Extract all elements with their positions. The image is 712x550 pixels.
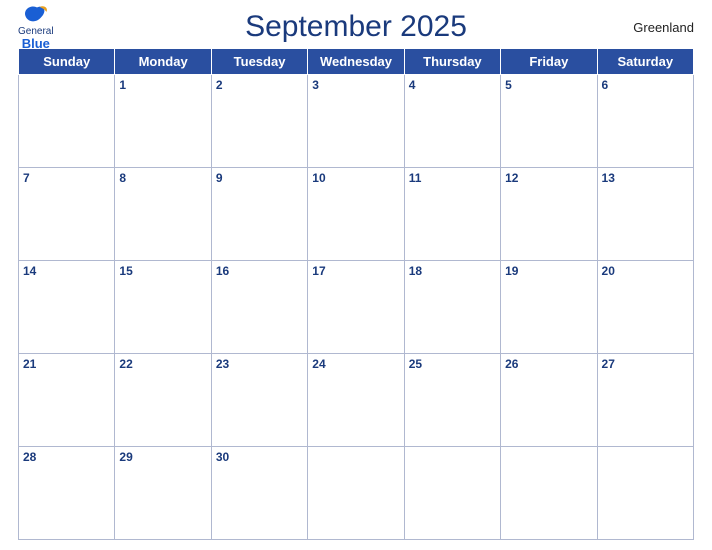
week-row-3: 21 22 23 24 25 26 27 — [19, 354, 694, 447]
week-row-4: 28 29 30 — [19, 447, 694, 540]
day-header-row: Sunday Monday Tuesday Wednesday Thursday… — [19, 49, 694, 75]
calendar-cell: 2 — [211, 75, 307, 168]
calendar-cell: 20 — [597, 261, 693, 354]
calendar-cell: 4 — [404, 75, 500, 168]
col-thursday: Thursday — [404, 49, 500, 75]
day-number: 22 — [119, 356, 206, 373]
week-row-0: 123456 — [19, 75, 694, 168]
day-number: 13 — [602, 170, 689, 187]
day-number: 23 — [216, 356, 303, 373]
calendar-cell: 18 — [404, 261, 500, 354]
day-number: 17 — [312, 263, 399, 280]
day-number: 7 — [23, 170, 110, 187]
calendar-cell: 6 — [597, 75, 693, 168]
day-number: 5 — [505, 77, 592, 94]
calendar-cell: 17 — [308, 261, 404, 354]
calendar-table: Sunday Monday Tuesday Wednesday Thursday… — [18, 48, 694, 540]
calendar-cell: 11 — [404, 168, 500, 261]
day-number: 26 — [505, 356, 592, 373]
calendar-cell — [597, 447, 693, 540]
col-sunday: Sunday — [19, 49, 115, 75]
day-number: 24 — [312, 356, 399, 373]
day-number: 25 — [409, 356, 496, 373]
calendar-cell: 1 — [115, 75, 211, 168]
week-row-1: 789 10 11 12 13 — [19, 168, 694, 261]
calendar-cell: 5 — [501, 75, 597, 168]
day-number: 11 — [409, 170, 496, 187]
col-wednesday: Wednesday — [308, 49, 404, 75]
calendar-cell — [404, 447, 500, 540]
day-number: 8 — [119, 170, 206, 187]
day-number: 28 — [23, 449, 110, 466]
month-title: September 2025 — [245, 10, 467, 44]
day-number: 21 — [23, 356, 110, 373]
col-monday: Monday — [115, 49, 211, 75]
calendar-cell: 16 — [211, 261, 307, 354]
day-number: 27 — [602, 356, 689, 373]
day-number: 6 — [602, 77, 689, 94]
calendar-cell: 19 — [501, 261, 597, 354]
calendar-cell: 25 — [404, 354, 500, 447]
region-label: Greenland — [633, 20, 694, 35]
day-number: 14 — [23, 263, 110, 280]
day-number: 19 — [505, 263, 592, 280]
calendar-cell: 26 — [501, 354, 597, 447]
day-number: 18 — [409, 263, 496, 280]
day-number: 4 — [409, 77, 496, 94]
calendar-cell: 15 — [115, 261, 211, 354]
day-number: 9 — [216, 170, 303, 187]
day-number: 16 — [216, 263, 303, 280]
col-friday: Friday — [501, 49, 597, 75]
calendar-cell: 10 — [308, 168, 404, 261]
day-number: 1 — [119, 77, 206, 94]
day-number: 10 — [312, 170, 399, 187]
day-number: 2 — [216, 77, 303, 94]
col-saturday: Saturday — [597, 49, 693, 75]
calendar-cell: 7 — [19, 168, 115, 261]
calendar-cell: 28 — [19, 447, 115, 540]
day-number: 30 — [216, 449, 303, 466]
week-row-2: 14 15 16 17 18 19 20 — [19, 261, 694, 354]
day-number: 20 — [602, 263, 689, 280]
logo-text-blue: Blue — [22, 37, 50, 51]
calendar-header: General Blue September 2025 Greenland — [18, 10, 694, 44]
calendar-cell — [501, 447, 597, 540]
calendar-cell: 23 — [211, 354, 307, 447]
day-number: 15 — [119, 263, 206, 280]
calendar-cell: 9 — [211, 168, 307, 261]
calendar-cell: 24 — [308, 354, 404, 447]
calendar-cell: 8 — [115, 168, 211, 261]
calendar-cell: 27 — [597, 354, 693, 447]
calendar-cell: 21 — [19, 354, 115, 447]
calendar-cell — [308, 447, 404, 540]
col-tuesday: Tuesday — [211, 49, 307, 75]
logo-bird-icon — [22, 3, 50, 25]
day-number: 3 — [312, 77, 399, 94]
calendar-cell — [19, 75, 115, 168]
calendar-cell: 13 — [597, 168, 693, 261]
day-number: 12 — [505, 170, 592, 187]
calendar-cell: 30 — [211, 447, 307, 540]
calendar-cell: 14 — [19, 261, 115, 354]
calendar-cell: 29 — [115, 447, 211, 540]
day-number: 29 — [119, 449, 206, 466]
calendar-cell: 22 — [115, 354, 211, 447]
calendar-cell: 12 — [501, 168, 597, 261]
calendar-cell: 3 — [308, 75, 404, 168]
logo: General Blue — [18, 3, 54, 51]
